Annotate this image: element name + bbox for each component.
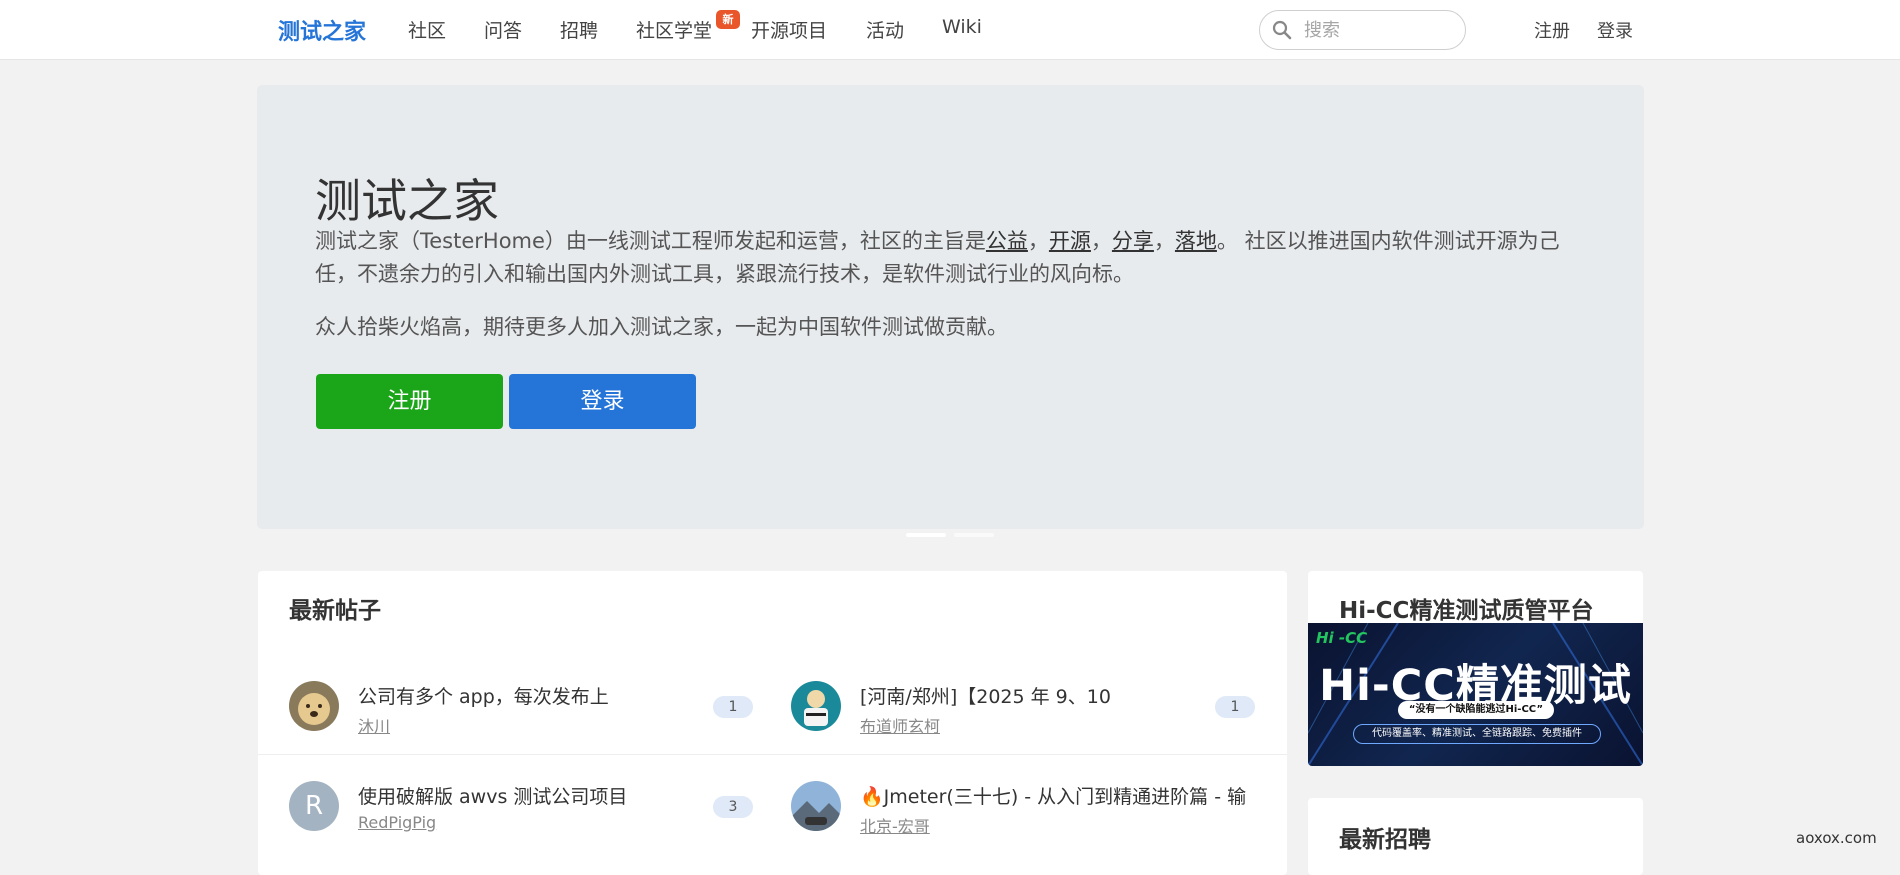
landscape-avatar-icon	[791, 781, 841, 831]
hero-banner: 测试之家 测试之家（TesterHome）由一线测试工程师发起和运营，社区的主旨…	[257, 85, 1644, 529]
link-public-welfare[interactable]: 公益	[986, 229, 1028, 253]
separator: ，	[1090, 229, 1112, 253]
panel-title: 最新帖子	[289, 598, 381, 624]
topic-title[interactable]: 公司有多个 app，每次发布上	[358, 682, 609, 709]
topic-author[interactable]: 沐川	[358, 713, 390, 737]
dog-avatar-icon	[289, 681, 339, 731]
login-button[interactable]: 登录	[509, 374, 696, 429]
carousel-dot-active[interactable]	[906, 533, 946, 537]
nav-link-jobs[interactable]: 招聘	[560, 16, 598, 43]
hero-tagline: 众人拾柴火焰高，期待更多人加入测试之家，一起为中国软件测试做贡献。	[315, 315, 1008, 339]
topic-author[interactable]: 布道师玄柯	[860, 713, 940, 737]
topic-title[interactable]: [河南/郑州]【2025 年 9、10	[860, 682, 1111, 709]
watermark: aoxox.com	[1796, 829, 1877, 847]
topic-title[interactable]: 使用破解版 awvs 测试公司项目	[358, 782, 627, 809]
ad-title: Hi-CC精准测试质管平台	[1339, 598, 1594, 624]
nav-link-community[interactable]: 社区	[408, 16, 446, 43]
carousel-dot[interactable]	[954, 533, 994, 537]
divider	[258, 754, 1287, 755]
topic-item[interactable]: 🔥Jmeter(三十七) - 从入门到精通进阶篇 - 输 北京-宏哥	[791, 781, 1291, 875]
link-open-source[interactable]: 开源	[1049, 229, 1091, 253]
ad-slogan: “没有一个缺陷能逃过Hi-CC”	[1398, 701, 1554, 719]
figure-avatar-icon	[791, 681, 841, 731]
ad-corner-logo: Hi -CC	[1316, 629, 1368, 647]
separator: ，	[1153, 229, 1175, 253]
link-share[interactable]: 分享	[1112, 229, 1154, 253]
ad-features: 代码覆盖率、精准测试、全链路跟踪、免费插件	[1353, 724, 1601, 744]
navbar: 测试之家 社区 问答 招聘 社区学堂 新 开源项目 活动 Wiki 注册 登录	[0, 0, 1900, 60]
topic-author[interactable]: RedPigPig	[358, 813, 436, 832]
jobs-title: 最新招聘	[1339, 827, 1431, 853]
separator: ，	[1027, 229, 1049, 253]
nav-link-wiki[interactable]: Wiki	[942, 16, 982, 38]
topic-item[interactable]: 公司有多个 app，每次发布上 沐川 1	[289, 681, 789, 779]
topic-author[interactable]: 北京-宏哥	[860, 813, 930, 837]
search-icon	[1272, 20, 1292, 40]
topic-item[interactable]: [河南/郑州]【2025 年 9、10 布道师玄柯 1	[791, 681, 1291, 779]
nav-link-academy[interactable]: 社区学堂	[636, 16, 712, 43]
reply-count-badge: 1	[1215, 696, 1255, 718]
latest-topics-panel: 最新帖子 公司有多个 app，每次发布上 沐川 1 [河南/郑州]【2025 年…	[258, 571, 1287, 875]
search-input[interactable]	[1304, 18, 1454, 42]
nav-login-link[interactable]: 登录	[1597, 17, 1633, 43]
reply-count-badge: 3	[713, 796, 753, 818]
hero-description: 测试之家（TesterHome）由一线测试工程师发起和运营，社区的主旨是公益，开…	[315, 225, 1585, 291]
avatar[interactable]	[289, 681, 339, 731]
brand-logo[interactable]: 测试之家	[278, 14, 366, 46]
avatar[interactable]: R	[289, 781, 339, 831]
hero-title: 测试之家	[315, 174, 499, 228]
latest-jobs-panel: 最新招聘	[1308, 798, 1643, 875]
ad-panel: Hi-CC精准测试质管平台 Hi -CC Hi-CC精准测试 “没有一个缺陷能逃…	[1308, 571, 1643, 766]
topic-title[interactable]: 🔥Jmeter(三十七) - 从入门到精通进阶篇 - 输	[860, 782, 1246, 809]
new-badge: 新	[716, 10, 740, 29]
avatar[interactable]	[791, 681, 841, 731]
reply-count-badge: 1	[713, 696, 753, 718]
nav-link-events[interactable]: 活动	[866, 16, 904, 43]
search-box[interactable]	[1259, 10, 1466, 50]
nav-register-link[interactable]: 注册	[1534, 17, 1570, 43]
nav-link-opensource[interactable]: 开源项目	[751, 16, 827, 43]
topic-item[interactable]: R 使用破解版 awvs 测试公司项目 RedPigPig 3	[289, 781, 789, 875]
ad-banner[interactable]: Hi -CC Hi-CC精准测试 “没有一个缺陷能逃过Hi-CC” 代码覆盖率、…	[1308, 623, 1643, 766]
link-landing[interactable]: 落地	[1175, 229, 1217, 253]
nav-link-qa[interactable]: 问答	[484, 16, 522, 43]
avatar[interactable]	[791, 781, 841, 831]
register-button[interactable]: 注册	[316, 374, 503, 429]
hero-description-text: 测试之家（TesterHome）由一线测试工程师发起和运营，社区的主旨是	[315, 229, 986, 253]
